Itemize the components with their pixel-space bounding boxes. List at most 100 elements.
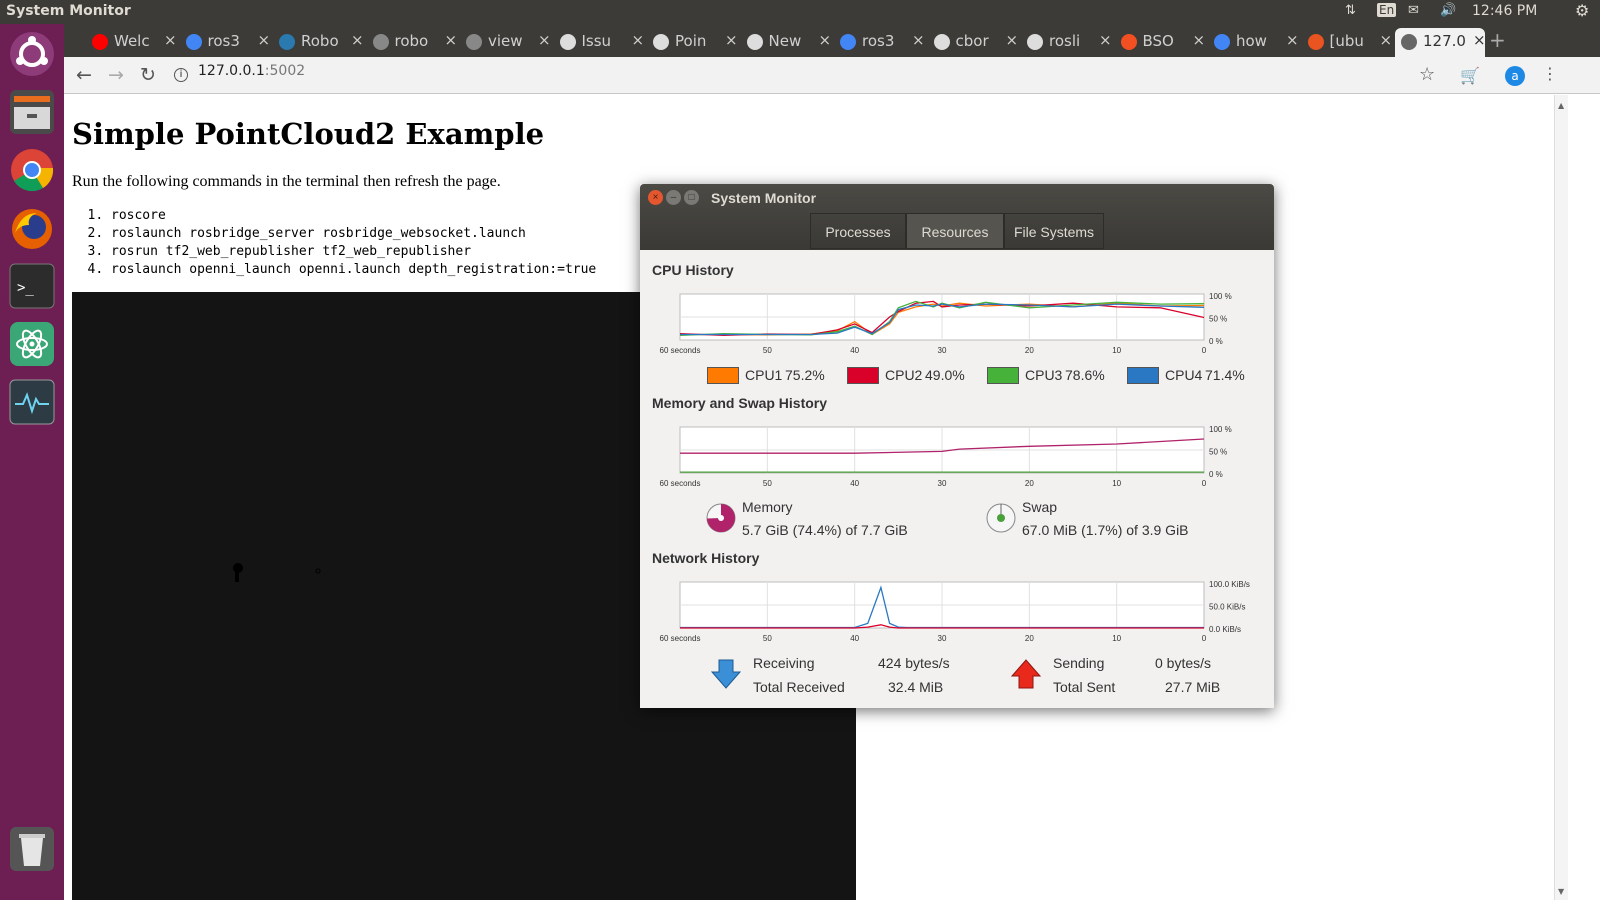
robowebtools-icon [279, 34, 295, 50]
mail-icon[interactable]: ✉ [1408, 3, 1419, 18]
tab-close-icon[interactable]: × [258, 31, 270, 49]
tab-close-icon[interactable]: × [1099, 31, 1111, 49]
terminal-icon[interactable]: >_ [7, 261, 57, 311]
github-icon [559, 34, 576, 50]
command-item: rosrun tf2_web_republisher tf2_web_repub… [111, 243, 596, 261]
address-bar[interactable]: i 127.0.0.1:5002 [174, 63, 305, 82]
browser-tab[interactable]: rosli × [1021, 28, 1111, 57]
profile-avatar[interactable]: a [1505, 66, 1525, 86]
file-manager-icon[interactable] [7, 87, 57, 137]
volume-icon[interactable]: 🔊 [1440, 3, 1456, 18]
browser-tab[interactable]: view × [460, 28, 550, 57]
tab-close-icon[interactable]: × [164, 31, 176, 49]
reload-button[interactable]: ↻ [140, 64, 156, 86]
cpu-color-swatch[interactable] [1127, 367, 1159, 384]
pie-hub [997, 514, 1005, 522]
clock[interactable]: 12:46 PM [1472, 3, 1537, 19]
tab-close-icon[interactable]: × [725, 31, 737, 49]
forward-button[interactable]: → [108, 64, 124, 86]
close-window-button[interactable]: × [648, 190, 663, 205]
x-tick-label: 40 [850, 346, 859, 355]
browser-tab[interactable]: BSO × [1115, 28, 1205, 57]
x-tick-label: 30 [938, 479, 947, 488]
menu-kebab-icon[interactable]: ⋮ [1542, 64, 1558, 83]
x-tick-label: 60 seconds [660, 346, 701, 355]
browser-tab[interactable]: how × [1208, 28, 1298, 57]
site-info-icon[interactable]: i [174, 68, 188, 82]
browser-tab[interactable]: Poin × [647, 28, 737, 57]
tab-close-icon[interactable]: × [1473, 31, 1485, 49]
top-panel: System Monitor ⇅ En ✉ 🔊 12:46 PM ⚙ [0, 0, 1600, 24]
github-icon [933, 34, 950, 50]
command-item: roscore [111, 207, 596, 225]
github-icon [653, 34, 669, 50]
memory-label: Memory [742, 499, 793, 515]
tab-close-icon[interactable]: × [1380, 31, 1392, 49]
x-tick-label: 10 [1112, 346, 1121, 355]
trash-icon[interactable] [7, 824, 57, 874]
x-tick-label: 60 seconds [660, 634, 701, 643]
new-tab-button[interactable]: + [1489, 28, 1506, 52]
keyboard-layout-indicator[interactable]: En [1377, 3, 1397, 17]
extension-cart-icon[interactable]: 🛒 [1460, 66, 1480, 85]
x-tick-label: 30 [938, 634, 947, 643]
browser-tab[interactable]: [ubu × [1302, 28, 1392, 57]
tab-processes[interactable]: Processes [810, 213, 906, 249]
github-icon [746, 34, 763, 50]
browser-tab[interactable]: robo × [367, 28, 457, 57]
cpu-history-heading: CPU History [652, 262, 734, 278]
y-tick-label: 0 % [1209, 470, 1223, 479]
browser-tab[interactable]: Welc × [86, 28, 176, 57]
total-received-label: Total Received [753, 679, 845, 695]
x-tick-label: 0 [1202, 634, 1207, 643]
cpu-color-swatch[interactable] [707, 367, 739, 384]
minimize-window-button[interactable]: – [666, 190, 681, 205]
back-button[interactable]: ← [76, 64, 92, 86]
url-port: :5002 [264, 63, 306, 79]
atom-editor-icon[interactable] [7, 319, 57, 369]
cpu-color-swatch[interactable] [847, 367, 879, 384]
system-monitor-window: × – □ System Monitor Processes Resources… [640, 184, 1274, 708]
bookmark-star-icon[interactable]: ☆ [1419, 64, 1435, 85]
tab-close-icon[interactable]: × [445, 31, 457, 49]
system-monitor-icon[interactable] [7, 377, 57, 427]
tab-title: Robo [301, 32, 339, 50]
tab-close-icon[interactable]: × [819, 31, 831, 49]
firefox-icon[interactable] [7, 203, 57, 253]
sending-value: 0 bytes/s [1155, 655, 1212, 671]
tab-close-icon[interactable]: × [1286, 31, 1298, 49]
cpu-legend-value: 71.4% [1205, 367, 1245, 383]
command-item: roslaunch openni_launch openni.launch de… [111, 261, 596, 279]
dash-ubuntu-icon[interactable] [7, 29, 57, 79]
tab-close-icon[interactable]: × [538, 31, 550, 49]
maximize-window-button[interactable]: □ [684, 190, 699, 205]
x-tick-label: 20 [1025, 346, 1034, 355]
browser-tab[interactable]: 127.0 × [1395, 28, 1485, 57]
page-icon [466, 34, 482, 50]
browser-tab[interactable]: New × [741, 28, 831, 57]
browser-tab[interactable]: ros3 × [834, 28, 924, 57]
tab-close-icon[interactable]: × [912, 31, 924, 49]
page-scrollbar[interactable]: ▲ ▼ [1554, 95, 1568, 900]
browser-tab[interactable]: ros3 × [180, 28, 270, 57]
pie-hub [718, 515, 724, 521]
cpu-color-swatch[interactable] [987, 367, 1019, 384]
tab-file-systems[interactable]: File Systems [1004, 213, 1104, 249]
browser-tab[interactable]: Robo × [273, 28, 363, 57]
power-gear-icon[interactable]: ⚙ [1575, 1, 1589, 20]
browser-tab[interactable]: cbor × [928, 28, 1018, 57]
x-tick-label: 0 [1202, 346, 1207, 355]
tab-close-icon[interactable]: × [1006, 31, 1018, 49]
browser-tab[interactable]: Issu × [554, 28, 644, 57]
x-tick-label: 30 [938, 346, 947, 355]
total-sent-label: Total Sent [1053, 679, 1116, 695]
tab-resources[interactable]: Resources [906, 213, 1004, 249]
sysmon-titlebar[interactable]: × – □ System Monitor Processes Resources… [640, 184, 1274, 250]
tab-close-icon[interactable]: × [351, 31, 363, 49]
network-updown-icon[interactable]: ⇅ [1345, 3, 1356, 18]
tab-close-icon[interactable]: × [1193, 31, 1205, 49]
chrome-icon[interactable] [7, 145, 57, 195]
tab-close-icon[interactable]: × [632, 31, 644, 49]
tab-title: robo [394, 32, 429, 50]
github-icon [1027, 34, 1043, 50]
